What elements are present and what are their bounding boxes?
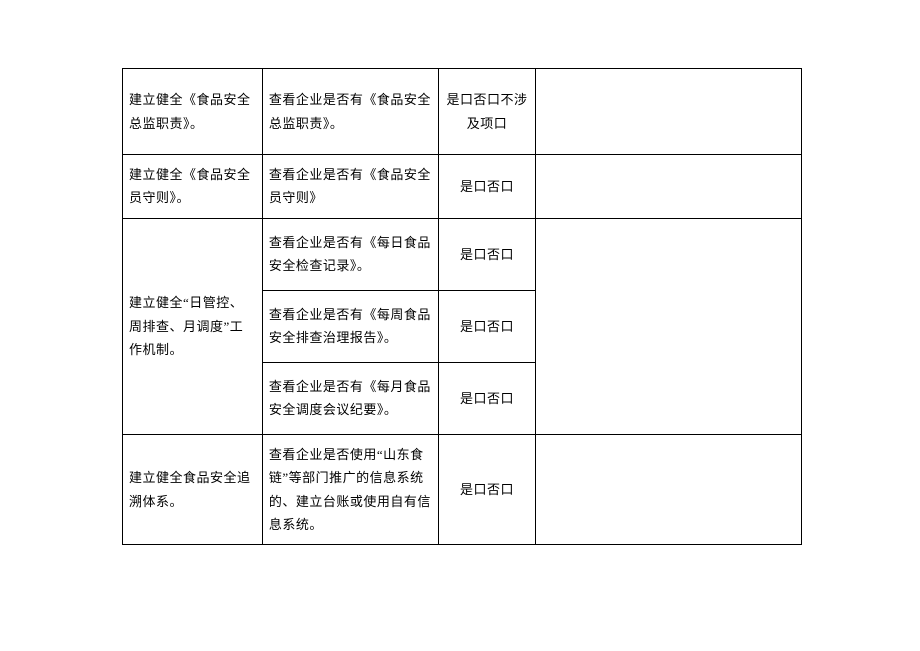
cell-check: 查看企业是否有《每日食品安全检查记录》。 bbox=[262, 218, 438, 290]
cell-requirement: 建立健全《食品安全总监职责》。 bbox=[123, 69, 263, 155]
table-row: 建立健全“日管控、周排查、月调度”工作机制。 查看企业是否有《每日食品安全检查记… bbox=[123, 218, 802, 290]
table-row: 建立健全《食品安全总监职责》。 查看企业是否有《食品安全总监职责》。 是口否口不… bbox=[123, 69, 802, 155]
cell-remark bbox=[536, 155, 802, 219]
inspection-table: 建立健全《食品安全总监职责》。 查看企业是否有《食品安全总监职责》。 是口否口不… bbox=[122, 68, 802, 545]
cell-remark bbox=[536, 69, 802, 155]
cell-result: 是口否口 bbox=[438, 434, 536, 545]
cell-check: 查看企业是否有《食品安全总监职责》。 bbox=[262, 69, 438, 155]
cell-check: 查看企业是否有《每月食品安全调度会议纪要》。 bbox=[262, 362, 438, 434]
cell-result: 是口否口 bbox=[438, 218, 536, 290]
table-row: 建立健全食品安全追溯体系。 查看企业是否使用“山东食链”等部门推广的信息系统的、… bbox=[123, 434, 802, 545]
cell-requirement: 建立健全“日管控、周排查、月调度”工作机制。 bbox=[123, 218, 263, 434]
cell-requirement: 建立健全食品安全追溯体系。 bbox=[123, 434, 263, 545]
cell-check: 查看企业是否使用“山东食链”等部门推广的信息系统的、建立台账或使用自有信息系统。 bbox=[262, 434, 438, 545]
cell-result: 是口否口 bbox=[438, 290, 536, 362]
table-row: 建立健全《食品安全员守则》。 查看企业是否有《食品安全员守则》 是口否口 bbox=[123, 155, 802, 219]
inspection-table-wrap: 建立健全《食品安全总监职责》。 查看企业是否有《食品安全总监职责》。 是口否口不… bbox=[122, 68, 802, 545]
cell-remark bbox=[536, 218, 802, 434]
cell-result: 是口否口不涉及项口 bbox=[438, 69, 536, 155]
cell-check: 查看企业是否有《食品安全员守则》 bbox=[262, 155, 438, 219]
cell-remark bbox=[536, 434, 802, 545]
cell-check: 查看企业是否有《每周食品安全排查治理报告》。 bbox=[262, 290, 438, 362]
cell-result: 是口否口 bbox=[438, 155, 536, 219]
cell-result: 是口否口 bbox=[438, 362, 536, 434]
cell-requirement: 建立健全《食品安全员守则》。 bbox=[123, 155, 263, 219]
